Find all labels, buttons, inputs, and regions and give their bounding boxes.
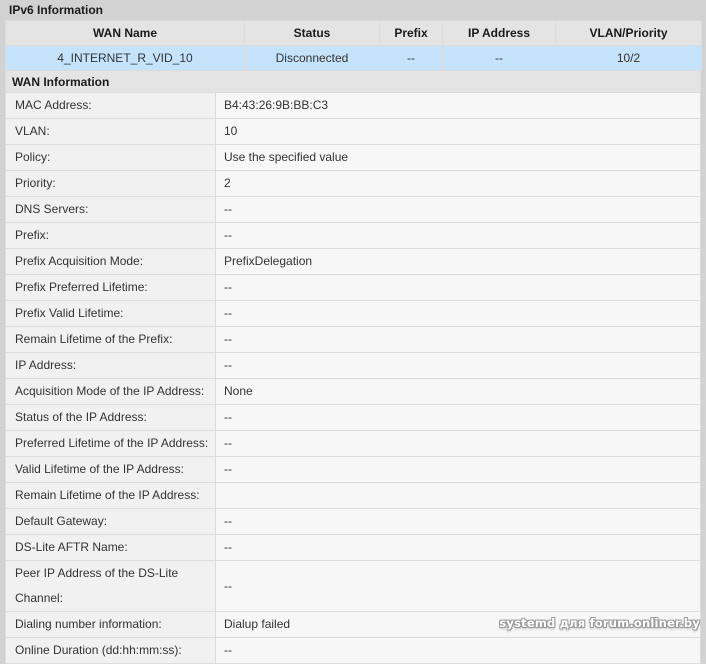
detail-value: B4:43:26:9B:BB:C3 (215, 93, 701, 119)
detail-label: Prefix Acquisition Mode: (5, 248, 216, 275)
detail-label: Valid Lifetime of the IP Address: (5, 456, 216, 483)
table-row: Online Duration (dd:hh:mm:ss): -- (5, 637, 701, 664)
table-row: Priority: 2 (5, 170, 701, 197)
column-header-vlan-priority: VLAN/Priority (555, 20, 702, 46)
wan-information-header: WAN Information (5, 71, 701, 93)
detail-label: Acquisition Mode of the IP Address: (5, 378, 216, 405)
table-row: Valid Lifetime of the IP Address: -- (5, 456, 701, 483)
detail-value: -- (215, 456, 701, 483)
table-row: Prefix Preferred Lifetime: -- (5, 274, 701, 301)
table-row: DS-Lite AFTR Name: -- (5, 534, 701, 561)
detail-value: -- (215, 430, 701, 457)
table-row: Prefix: -- (5, 222, 701, 249)
detail-value: -- (215, 534, 701, 561)
detail-label: MAC Address: (5, 93, 216, 119)
detail-label: Online Duration (dd:hh:mm:ss): (5, 637, 216, 664)
detail-label: Priority: (5, 170, 216, 197)
table-row: Prefix Valid Lifetime: -- (5, 300, 701, 327)
detail-value: -- (215, 637, 701, 664)
table-row: Acquisition Mode of the IP Address: None (5, 378, 701, 405)
detail-label: Remain Lifetime of the Prefix: (5, 326, 216, 353)
detail-value: PrefixDelegation (215, 248, 701, 275)
status-badge: Disconnected (244, 45, 380, 71)
detail-value (215, 482, 701, 509)
detail-label: Prefix Preferred Lifetime: (5, 274, 216, 301)
cell-ip-address: -- (442, 45, 556, 71)
cell-wan-name: 4_INTERNET_R_VID_10 (5, 45, 245, 71)
table-row: DNS Servers: -- (5, 196, 701, 223)
detail-label: VLAN: (5, 118, 216, 145)
detail-label: Peer IP Address of the DS-Lite Channel: (5, 560, 216, 612)
detail-value: Dialup failed (215, 611, 701, 638)
table-row: Remain Lifetime of the IP Address: (5, 482, 701, 509)
column-header-status: Status (244, 20, 380, 46)
detail-value: -- (215, 196, 701, 223)
detail-value: -- (215, 300, 701, 327)
detail-value: -- (215, 404, 701, 431)
detail-label: DS-Lite AFTR Name: (5, 534, 216, 561)
detail-label: Dialing number information: (5, 611, 216, 638)
detail-label: Preferred Lifetime of the IP Address: (5, 430, 216, 457)
detail-label: Default Gateway: (5, 508, 216, 535)
detail-label: Status of the IP Address: (5, 404, 216, 431)
detail-value: 2 (215, 170, 701, 197)
table-row: Preferred Lifetime of the IP Address: -- (5, 430, 701, 457)
ipv6-information-page: IPv6 Information WAN Name Status Prefix … (0, 0, 706, 664)
detail-value: -- (215, 560, 701, 612)
detail-label: Prefix: (5, 222, 216, 249)
table-row: Dialing number information: Dialup failed (5, 611, 701, 638)
table-row: Status of the IP Address: -- (5, 404, 701, 431)
detail-label: IP Address: (5, 352, 216, 379)
table-row: Prefix Acquisition Mode: PrefixDelegation (5, 248, 701, 275)
detail-label: Policy: (5, 144, 216, 171)
cell-prefix: -- (379, 45, 443, 71)
detail-value: 10 (215, 118, 701, 145)
detail-label: Prefix Valid Lifetime: (5, 300, 216, 327)
column-header-ip-address: IP Address (442, 20, 556, 46)
table-row: Remain Lifetime of the Prefix: -- (5, 326, 701, 353)
detail-value: Use the specified value (215, 144, 701, 171)
detail-value: -- (215, 222, 701, 249)
column-header-prefix: Prefix (379, 20, 443, 46)
table-row: Policy: Use the specified value (5, 144, 701, 171)
detail-label: DNS Servers: (5, 196, 216, 223)
summary-header-row: WAN Name Status Prefix IP Address VLAN/P… (5, 20, 702, 46)
detail-value: None (215, 378, 701, 405)
table-row: Default Gateway: -- (5, 508, 701, 535)
table-row: MAC Address: B4:43:26:9B:BB:C3 (5, 93, 701, 119)
detail-value: -- (215, 508, 701, 535)
column-header-wan-name: WAN Name (5, 20, 245, 46)
page-title: IPv6 Information (5, 0, 701, 20)
detail-value: -- (215, 326, 701, 353)
detail-value: -- (215, 274, 701, 301)
cell-vlan-priority: 10/2 (555, 45, 702, 71)
wan-summary-table: WAN Name Status Prefix IP Address VLAN/P… (5, 20, 702, 71)
table-row: IP Address: -- (5, 352, 701, 379)
table-row: Peer IP Address of the DS-Lite Channel: -… (5, 560, 701, 612)
detail-label: Remain Lifetime of the IP Address: (5, 482, 216, 509)
table-row: VLAN: 10 (5, 118, 701, 145)
wan-information-table: MAC Address: B4:43:26:9B:BB:C3 VLAN: 10 Poli… (5, 93, 701, 664)
table-row[interactable]: 4_INTERNET_R_VID_10 Disconnected -- -- 1… (5, 45, 702, 71)
wan-information-rows: MAC Address: B4:43:26:9B:BB:C3 VLAN: 10 Poli… (5, 93, 701, 664)
detail-value: -- (215, 352, 701, 379)
